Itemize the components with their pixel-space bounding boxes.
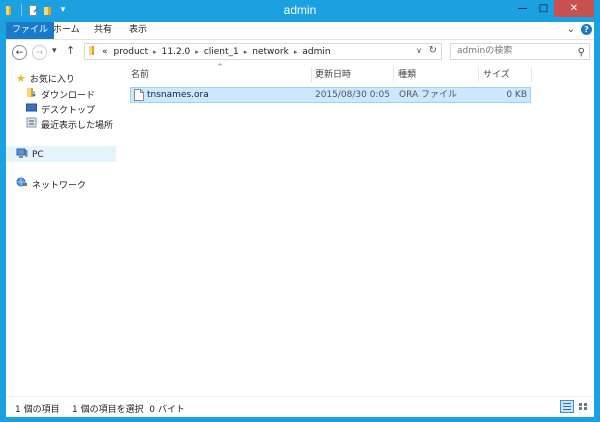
file-name: tnsnames.ora — [147, 90, 209, 100]
navigation-pane: ★ お気に入り ダウンロード デスクトップ 最近表示した場所 PC ネットワーク — [6, 65, 116, 396]
status-selection: 1 個の項目を選択 0 バイト — [72, 405, 185, 415]
file-list-pane: ^ 名前 更新日時 種類 サイズ tnsnames.ora 2015/08/30… — [125, 63, 594, 396]
refresh-icon[interactable]: ↻ — [429, 45, 437, 56]
breadcrumb-separator-icon[interactable]: ▸ — [153, 48, 157, 56]
ribbon-expand-icon[interactable]: ⌄ — [567, 24, 575, 35]
file-modified: 2015/08/30 0:05 — [315, 90, 390, 100]
large-icons-view-icon — [579, 403, 587, 410]
sidebar-item-label: ネットワーク — [32, 180, 87, 191]
download-folder-icon — [26, 87, 37, 101]
tab-view[interactable]: 表示 — [123, 22, 153, 39]
star-icon: ★ — [16, 72, 26, 85]
breadcrumb-separator-icon[interactable]: ▸ — [244, 48, 248, 56]
sidebar-item-label: 最近表示した場所 — [41, 120, 114, 131]
forward-button[interactable]: → — [32, 45, 47, 60]
sidebar-item-desktop[interactable]: デスクトップ — [26, 102, 95, 116]
sidebar-item-label: ダウンロード — [41, 90, 96, 101]
column-divider[interactable] — [311, 67, 312, 83]
sort-ascending-icon: ^ — [217, 63, 223, 71]
window-controls: — □ ✕ — [512, 0, 594, 17]
sidebar-item-label: デスクトップ — [41, 105, 96, 116]
file-type: ORA ファイル — [399, 90, 457, 100]
breadcrumb-network[interactable]: network — [252, 47, 289, 57]
details-view-button[interactable] — [560, 400, 574, 413]
explorer-window: ▾ admin — □ ✕ ファイル ホーム 共有 表示 ⌄ ? ← → ▾ ↑… — [0, 0, 600, 422]
search-icon[interactable]: ⚲ — [578, 45, 585, 60]
title-bar: ▾ admin — □ ✕ — [0, 0, 600, 22]
column-divider[interactable] — [478, 67, 479, 83]
recent-locations-dropdown[interactable]: ▾ — [52, 46, 57, 56]
details-view-icon — [563, 403, 571, 410]
search-input[interactable]: adminの検索 ⚲ — [450, 43, 590, 60]
up-button[interactable]: ↑ — [66, 44, 75, 57]
file-icon — [134, 89, 144, 106]
desktop-icon — [26, 102, 37, 116]
status-bar: 1 個の項目 1 個の項目を選択 0 バイト — [6, 396, 594, 417]
sidebar-item-pc[interactable]: PC — [16, 148, 44, 162]
minimize-button[interactable]: — — [512, 0, 533, 17]
breadcrumb-separator-icon[interactable]: ▸ — [195, 48, 199, 56]
maximize-button[interactable]: □ — [533, 0, 554, 17]
breadcrumb-admin[interactable]: admin — [302, 47, 330, 57]
address-bar[interactable]: « product ▸ 11.2.0 ▸ client_1 ▸ network … — [84, 43, 442, 60]
column-divider[interactable] — [531, 67, 532, 83]
help-icon[interactable]: ? — [581, 24, 592, 35]
file-size: 0 KB — [506, 90, 527, 100]
recent-places-icon — [26, 117, 37, 131]
column-header-name[interactable]: 名前 — [131, 67, 149, 83]
column-divider[interactable] — [393, 67, 394, 83]
column-header-modified[interactable]: 更新日時 — [315, 67, 351, 83]
column-header-type[interactable]: 種類 — [398, 67, 416, 83]
breadcrumb-overflow[interactable]: « — [102, 47, 108, 57]
window-title: admin — [283, 3, 317, 17]
ribbon-controls: ⌄ ? — [567, 24, 592, 35]
tab-home[interactable]: ホーム — [47, 22, 86, 39]
tab-share[interactable]: 共有 — [88, 22, 118, 39]
sidebar-item-favorites[interactable]: ★ お気に入り — [16, 72, 75, 85]
breadcrumb-11-2-0[interactable]: 11.2.0 — [162, 47, 191, 57]
breadcrumb-client-1[interactable]: client_1 — [204, 47, 239, 57]
column-header-size[interactable]: サイズ — [483, 67, 510, 83]
search-placeholder: adminの検索 — [457, 46, 513, 56]
status-item-count: 1 個の項目 — [15, 405, 60, 415]
sidebar-item-network[interactable]: ネットワーク — [16, 177, 86, 191]
network-icon — [16, 177, 28, 191]
sidebar-item-downloads[interactable]: ダウンロード — [26, 87, 95, 101]
sidebar-item-label: お気に入り — [29, 75, 75, 85]
back-button[interactable]: ← — [12, 45, 27, 60]
main-area: ★ お気に入り ダウンロード デスクトップ 最近表示した場所 PC ネットワーク… — [6, 63, 594, 396]
breadcrumb-separator-icon[interactable]: ▸ — [294, 48, 298, 56]
address-dropdown-icon[interactable]: ∨ — [416, 46, 422, 55]
breadcrumb-product[interactable]: product — [114, 47, 149, 57]
table-row[interactable]: tnsnames.ora 2015/08/30 0:05 ORA ファイル 0 … — [130, 87, 531, 103]
sidebar-item-recent-places[interactable]: 最近表示した場所 — [26, 117, 113, 131]
sidebar-item-label: PC — [32, 150, 44, 160]
folder-icon — [88, 45, 99, 59]
ribbon-tabs: ファイル ホーム 共有 表示 ⌄ ? — [6, 22, 594, 39]
navigation-bar: ← → ▾ ↑ « product ▸ 11.2.0 ▸ client_1 ▸ … — [6, 39, 594, 66]
large-icons-view-button[interactable] — [576, 400, 590, 413]
computer-icon — [16, 148, 28, 162]
close-button[interactable]: ✕ — [554, 0, 594, 17]
